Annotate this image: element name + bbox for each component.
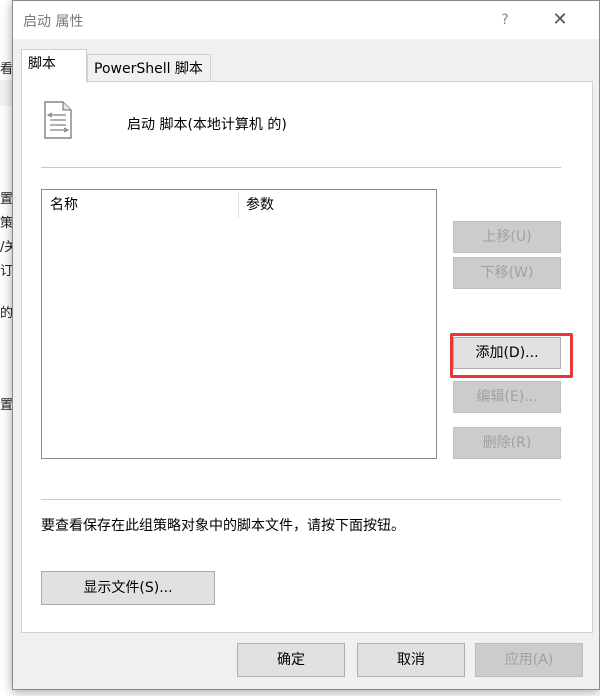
column-header-name[interactable]: 名称 (42, 190, 238, 220)
background-toolbar (0, 80, 12, 106)
scripts-header-label: 启动 脚本(本地计算机 的) (127, 117, 287, 133)
move-up-button[interactable]: 上移(U) (453, 221, 561, 253)
title-bar: 启动 属性 ? ✕ (13, 1, 599, 39)
column-header-parameters[interactable]: 参数 (238, 190, 434, 220)
scripts-list[interactable]: 名称 参数 (41, 189, 437, 459)
close-button[interactable]: ✕ (548, 8, 572, 32)
move-down-button[interactable]: 下移(W) (453, 257, 561, 289)
show-files-button[interactable]: 显示文件(S)... (41, 571, 215, 605)
divider (41, 167, 561, 168)
tab-powershell-scripts[interactable]: PowerShell 脚本 (87, 54, 211, 82)
script-document-icon (44, 101, 72, 139)
properties-dialog: 启动 属性 ? ✕ 脚本 PowerShell 脚本 启动 脚本(本地计算机 的… (12, 0, 600, 690)
show-files-instructions: 要查看保存在此组策略对象中的脚本文件，请按下面按钮。 (41, 518, 405, 534)
remove-button[interactable]: 删除(R) (453, 427, 561, 459)
divider (41, 499, 561, 500)
highlight-box (450, 333, 573, 378)
edit-button[interactable]: 编辑(E)... (453, 381, 561, 413)
cancel-button[interactable]: 取消 (357, 643, 465, 677)
tab-scripts[interactable]: 脚本 (21, 49, 87, 83)
dialog-title: 启动 属性 (23, 14, 84, 30)
ok-button[interactable]: 确定 (237, 643, 345, 677)
apply-button[interactable]: 应用(A) (475, 643, 583, 677)
help-button[interactable]: ? (493, 8, 517, 32)
